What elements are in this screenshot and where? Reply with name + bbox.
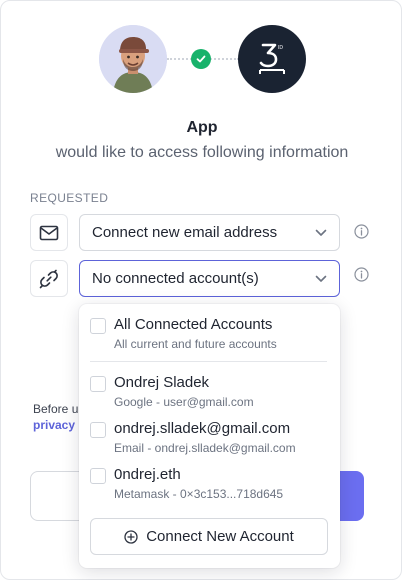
option-title: 0ndrej.eth xyxy=(114,466,181,483)
accounts-select[interactable]: No connected account(s) xyxy=(79,260,340,297)
account-permission-icon-box xyxy=(30,260,68,297)
info-icon[interactable] xyxy=(354,224,369,239)
checkbox[interactable] xyxy=(90,376,106,392)
request-subtitle: would like to access following informati… xyxy=(55,144,349,161)
chevron-down-icon xyxy=(315,229,327,236)
privacy-link[interactable]: privacy xyxy=(33,418,75,432)
option-title: All Connected Accounts xyxy=(114,316,273,333)
email-select-value: Connect new email address xyxy=(92,224,278,241)
terms-text: Before u xyxy=(33,402,79,416)
check-badge xyxy=(191,49,211,69)
svg-text:ID: ID xyxy=(278,45,283,51)
option-subtitle: Google - user@gmail.com xyxy=(114,395,254,409)
option-subtitle: Metamask - 0×3c153...718d645 xyxy=(114,487,284,501)
link-icon xyxy=(39,269,58,288)
option-subtitle: Email - ondrej.slladek@gmail.com xyxy=(114,441,296,455)
connect-new-account-label: Connect New Account xyxy=(146,528,294,545)
checkbox[interactable] xyxy=(90,318,106,334)
3id-logo: ID xyxy=(259,43,285,74)
consent-card: ID App would like to access following in… xyxy=(0,0,402,580)
requested-section-label: REQUESTED xyxy=(30,191,109,205)
chevron-down-icon xyxy=(315,275,327,282)
accounts-select-value: No connected account(s) xyxy=(92,270,259,287)
user-avatar xyxy=(99,25,167,93)
email-select[interactable]: Connect new email address xyxy=(79,214,340,251)
checkbox[interactable] xyxy=(90,468,106,484)
mail-icon xyxy=(39,225,59,240)
info-icon[interactable] xyxy=(354,267,369,282)
checkmark-icon xyxy=(196,55,206,63)
app-logo: ID xyxy=(238,25,306,93)
option-subtitle: All current and future accounts xyxy=(114,337,277,351)
option-title: Ondrej Sladek xyxy=(114,374,210,391)
divider xyxy=(90,361,327,362)
app-name: App xyxy=(186,119,218,136)
plus-circle-icon xyxy=(124,529,138,544)
accounts-dropdown: All Connected Accounts All current and f… xyxy=(79,304,340,568)
connect-new-account-button[interactable]: Connect New Account xyxy=(90,518,328,555)
user-avatar-icon xyxy=(99,25,167,93)
checkbox[interactable] xyxy=(90,422,106,438)
email-permission-icon-box xyxy=(30,214,68,251)
option-title: ondrej.slladek@gmail.com xyxy=(114,420,291,437)
